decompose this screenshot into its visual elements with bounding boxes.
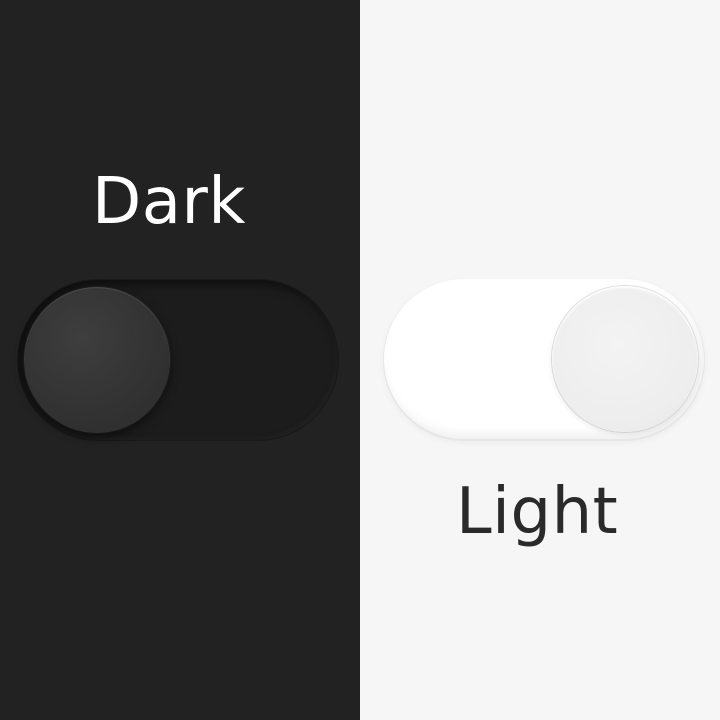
dark-label: Dark (92, 165, 246, 239)
light-toggle-switch[interactable] (384, 279, 704, 439)
dark-toggle-switch[interactable] (18, 280, 338, 440)
dark-panel: Dark (0, 0, 360, 720)
dark-toggle-knob[interactable] (24, 287, 170, 433)
light-toggle-knob[interactable] (552, 286, 698, 432)
light-panel: Light (360, 0, 720, 720)
light-label: Light (456, 475, 619, 549)
